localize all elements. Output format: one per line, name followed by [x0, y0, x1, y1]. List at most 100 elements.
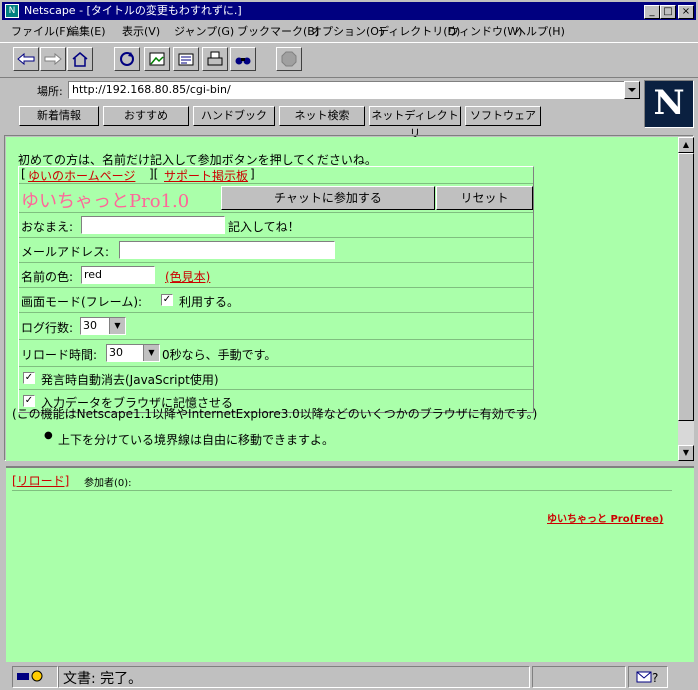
maximize-button[interactable]: □: [660, 5, 676, 19]
auto-clear-checkbox[interactable]: ✓: [23, 372, 35, 384]
menu-options[interactable]: オプション(O): [311, 23, 383, 39]
participants-label: 参加者(0):: [84, 478, 132, 489]
status-bar: 文書: 完了。 ?: [0, 662, 698, 690]
support-board-link[interactable]: サポート掲示板: [164, 167, 248, 184]
minimize-button[interactable]: _: [644, 5, 660, 19]
forward-icon: [44, 52, 62, 66]
images-button[interactable]: [144, 47, 170, 71]
menu-bookmarks[interactable]: ブックマーク(B): [237, 23, 319, 39]
name-input[interactable]: [81, 216, 225, 234]
frame-mode-text: 利用する。: [179, 295, 240, 309]
log-lines-value: 30: [83, 319, 97, 332]
scroll-thumb[interactable]: [678, 153, 694, 421]
divider-line: [12, 490, 672, 491]
frame-divider-tip: 上下を分けている境界線は自由に移動できますよ。: [58, 433, 335, 447]
browser-support-note: (この機能はNetscape1.1以降やInternetExplore3.0以降…: [12, 407, 538, 421]
close-button[interactable]: ×: [678, 5, 694, 19]
bracket-mid: ][: [149, 167, 159, 181]
color-sample-link[interactable]: (色見本): [165, 268, 210, 285]
forward-button[interactable]: [40, 47, 66, 71]
auto-clear-row: ✓ 発言時自動消去(JavaScript使用): [19, 367, 533, 390]
print-button[interactable]: [202, 47, 228, 71]
security-indicator[interactable]: [12, 666, 58, 688]
menu-go[interactable]: ジャンプ(G): [174, 23, 234, 39]
homepage-link[interactable]: ゆいのホームページ: [28, 167, 135, 184]
name-color-row: 名前の色: red (色見本): [19, 263, 533, 288]
title-row: ゆいちゃっとPro1.0 チャットに参加する リセット: [19, 184, 533, 213]
print-icon: [207, 51, 223, 66]
find-button[interactable]: [230, 47, 256, 71]
log-lines-row: ログ行数: 30 ▼: [19, 313, 533, 340]
title-bar: N Netscape - [タイトルの変更もわすれずに.] _ □ ×: [2, 2, 696, 20]
images-icon: [149, 52, 165, 66]
handbook-button[interactable]: ハンドブック: [193, 106, 275, 126]
email-input[interactable]: [119, 241, 335, 259]
bottom-frame: [リロード] 参加者(0): ゆいちゃっと Pro(Free): [6, 466, 694, 662]
location-dropdown-button[interactable]: [624, 81, 640, 99]
scroll-up-button[interactable]: ▲: [678, 137, 694, 153]
back-button[interactable]: [13, 47, 39, 71]
chevron-down-icon: ▼: [143, 345, 159, 361]
directory-buttons: 新着情報 おすすめ ハンドブック ネット検索 ネットディレクトリ ソフトウェア: [0, 105, 640, 140]
bracket-close: ]: [250, 167, 255, 181]
reload-time-select[interactable]: 30 ▼: [106, 344, 160, 362]
location-label: 場所:: [37, 85, 63, 98]
email-row: メールアドレス:: [19, 238, 533, 263]
mail-indicator[interactable]: ?: [628, 666, 668, 688]
chevron-down-icon: ▼: [109, 318, 125, 334]
home-icon: [72, 52, 88, 67]
open-icon: [178, 53, 194, 66]
toolbar: [0, 42, 698, 78]
reload-button[interactable]: [114, 47, 140, 71]
home-button[interactable]: [67, 47, 93, 71]
menu-help[interactable]: ヘルプ(H): [515, 23, 565, 39]
reload-link[interactable]: [リロード]: [12, 472, 69, 489]
find-icon: [235, 57, 251, 65]
name-color-input[interactable]: red: [81, 266, 155, 284]
progress-panel: [532, 666, 626, 688]
menu-view[interactable]: 表示(V): [122, 23, 160, 39]
top-frame-scrollbar[interactable]: ▲ ▼: [678, 137, 694, 461]
menu-bar: ファイル(F) 編集(E) 表示(V) ジャンプ(G) ブックマーク(B) オプ…: [0, 21, 698, 40]
mail-icon: ?: [636, 671, 658, 685]
svg-text:?: ?: [652, 671, 658, 685]
email-label: メールアドレス:: [21, 245, 110, 259]
name-label: おなまえ:: [21, 220, 74, 234]
reload-time-value: 30: [109, 346, 123, 359]
links-row: [ ゆいのホームページ ][ サポート掲示板 ]: [19, 167, 533, 184]
scroll-down-button[interactable]: ▼: [678, 445, 694, 461]
stop-icon: [281, 51, 297, 67]
whats-cool-button[interactable]: おすすめ: [103, 106, 189, 126]
status-text: 文書: 完了。: [63, 671, 143, 687]
app-title: ゆいちゃっとPro1.0: [21, 191, 190, 212]
netscape-app-icon: N: [5, 4, 19, 18]
software-button[interactable]: ソフトウェア: [465, 106, 541, 126]
join-chat-button[interactable]: チャットに参加する: [221, 186, 435, 210]
auto-clear-text: 発言時自動消去(JavaScript使用): [41, 373, 219, 387]
back-icon: [17, 52, 35, 66]
key-icon: [17, 670, 43, 682]
reset-button[interactable]: リセット: [436, 186, 533, 210]
menu-edit[interactable]: 編集(E): [68, 23, 106, 39]
log-lines-select[interactable]: 30 ▼: [80, 317, 126, 335]
log-lines-label: ログ行数:: [21, 321, 74, 335]
stop-button[interactable]: [276, 47, 302, 71]
net-search-button[interactable]: ネット検索: [279, 106, 365, 126]
menu-file[interactable]: ファイル(F): [11, 23, 70, 39]
top-frame: 初めての方は、名前だけ記入して参加ボタンを押してくださいね。 [ ゆいのホームペ…: [6, 137, 678, 461]
browser-window: N Netscape - [タイトルの変更もわすれずに.] _ □ × ファイル…: [0, 0, 698, 690]
screen-mode-label: 画面モード(フレーム):: [21, 295, 143, 309]
location-bar: 場所: http://192.168.80.85/cgi-bin/: [0, 78, 640, 104]
frame-mode-checkbox[interactable]: ✓: [161, 294, 173, 306]
name-color-label: 名前の色:: [21, 270, 74, 284]
bullet-icon: ●: [44, 430, 53, 441]
menu-window[interactable]: ウィンドウ(W): [448, 23, 522, 39]
screen-mode-row: 画面モード(フレーム): ✓ 利用する。: [19, 288, 533, 313]
net-directory-button[interactable]: ネットディレクトリ: [369, 106, 461, 140]
whats-new-button[interactable]: 新着情報: [19, 106, 99, 126]
name-hint: 記入してね！: [228, 220, 300, 234]
open-button[interactable]: [173, 47, 199, 71]
status-text-panel: 文書: 完了。: [58, 666, 530, 688]
location-input[interactable]: http://192.168.80.85/cgi-bin/: [68, 81, 626, 99]
credit-link[interactable]: ゆいちゃっと Pro(Free): [547, 510, 663, 525]
